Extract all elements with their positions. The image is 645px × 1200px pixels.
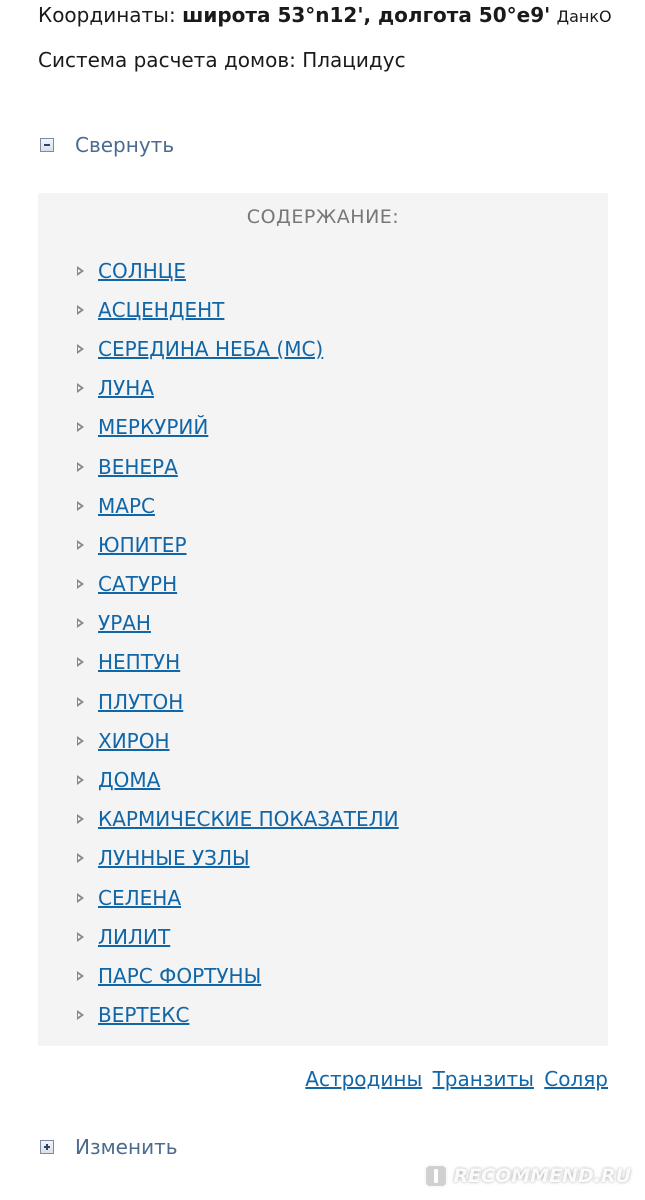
triangle-bullet-icon — [77, 343, 84, 354]
triangle-bullet-icon — [77, 422, 84, 433]
toc-link[interactable]: ДОМА — [98, 767, 160, 793]
toc-link[interactable]: ЛУННЫЕ УЗЛЫ — [98, 845, 250, 871]
triangle-bullet-icon — [77, 304, 84, 315]
collapse-minus-icon — [40, 138, 54, 152]
toc-link[interactable]: ХИРОН — [98, 728, 170, 754]
triangle-bullet-icon — [77, 461, 84, 472]
collapse-label: Свернуть — [75, 133, 175, 157]
toc-link[interactable]: ПАРС ФОРТУНЫ — [98, 963, 261, 989]
toc-link[interactable]: НЕПТУН — [98, 649, 180, 675]
triangle-bullet-icon — [77, 775, 84, 786]
coordinates-line: Координаты: широта 53°n12', долгота 50°e… — [38, 2, 612, 30]
toc-link[interactable]: ЮПИТЕР — [98, 532, 187, 558]
toc-title: СОДЕРЖАНИЕ: — [246, 206, 400, 228]
toc-link[interactable]: ВЕРТЕКС — [98, 1002, 189, 1028]
coordinates-suffix: ДанкО — [556, 7, 612, 26]
triangle-bullet-icon — [77, 579, 84, 590]
triangle-bullet-icon — [77, 970, 84, 981]
recommend-watermark: RECOMMEND.RU — [423, 1164, 631, 1188]
triangle-bullet-icon — [77, 500, 84, 511]
triangle-bullet-icon — [77, 618, 84, 629]
toc-link[interactable]: АСЦЕНДЕНТ — [98, 297, 224, 323]
triangle-bullet-icon — [77, 892, 84, 903]
toc-link[interactable]: СЕЛЕНА — [98, 885, 181, 911]
toc-link[interactable]: СОЛНЦЕ — [98, 258, 186, 284]
watermark-text: RECOMMEND.RU — [453, 1165, 631, 1187]
toc-link[interactable]: МАРС — [98, 493, 155, 519]
triangle-bullet-icon — [77, 931, 84, 942]
bottom-links: Астродины Транзиты Соляр — [301, 1066, 608, 1092]
expand-toggle[interactable]: Изменить — [40, 1134, 178, 1160]
triangle-bullet-icon — [77, 539, 84, 550]
house-system-line: Система расчета домов: Плацидус — [38, 48, 406, 72]
triangle-bullet-icon — [77, 735, 84, 746]
triangle-bullet-icon — [77, 265, 84, 276]
toc-link[interactable]: КАРМИЧЕСКИЕ ПОКАЗАТЕЛИ — [98, 806, 399, 832]
astrodyne-link[interactable]: Астродины — [305, 1067, 422, 1091]
toc-link[interactable]: СЕРЕДИНА НЕБА (MC) — [98, 336, 323, 362]
toc-link[interactable]: ВЕНЕРА — [98, 454, 178, 480]
toc-link[interactable]: МЕРКУРИЙ — [98, 414, 208, 440]
triangle-bullet-icon — [77, 657, 84, 668]
coordinates-label: Координаты: — [38, 3, 176, 27]
expand-label: Изменить — [75, 1135, 178, 1159]
toc-link[interactable]: ПЛУТОН — [98, 689, 183, 715]
toc-link[interactable]: УРАН — [98, 610, 151, 636]
solar-link[interactable]: Соляр — [544, 1067, 608, 1091]
toc-link[interactable]: САТУРН — [98, 571, 177, 597]
triangle-bullet-icon — [77, 1010, 84, 1021]
collapse-toggle[interactable]: Свернуть — [40, 132, 174, 158]
coordinates-value: широта 53°n12', долгота 50°e9' — [182, 3, 551, 27]
expand-plus-icon — [40, 1140, 54, 1154]
transits-link[interactable]: Транзиты — [433, 1067, 534, 1091]
triangle-bullet-icon — [77, 853, 84, 864]
triangle-bullet-icon — [77, 814, 84, 825]
toc-link[interactable]: ЛИЛИТ — [98, 924, 170, 950]
table-of-contents: СОДЕРЖАНИЕ: СОЛНЦЕ АСЦЕНДЕНТ СЕРЕДИНА НЕБА… — [38, 193, 608, 1046]
triangle-bullet-icon — [77, 383, 84, 394]
toc-link[interactable]: ЛУНА — [98, 375, 154, 401]
recommend-logo-icon — [423, 1164, 448, 1188]
triangle-bullet-icon — [77, 696, 84, 707]
